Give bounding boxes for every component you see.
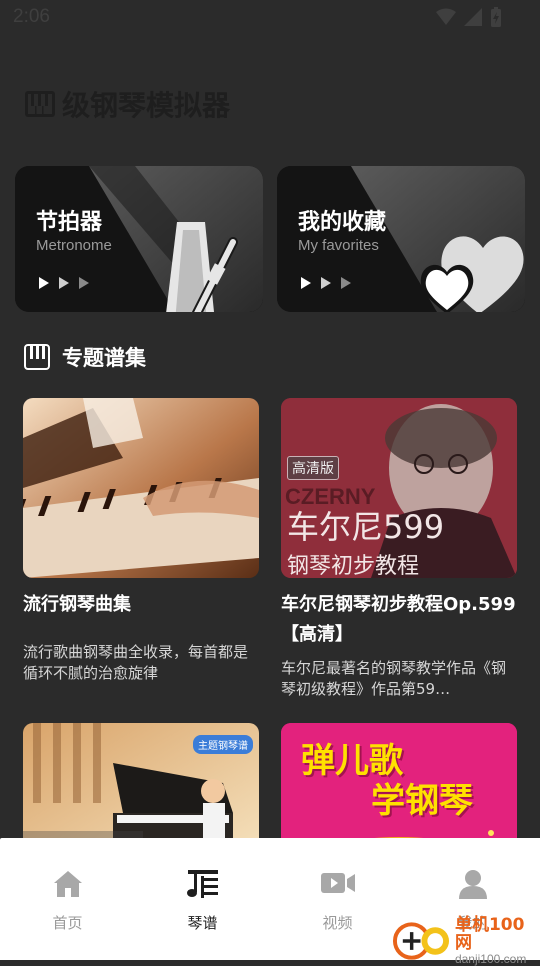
thumb-title-text: 车尔尼599 (287, 508, 445, 546)
app-title: 级钢琴模拟器 (24, 84, 230, 124)
status-time: 2:06 (13, 6, 50, 27)
item-title: 流行钢琴曲集 (23, 594, 131, 615)
section-title: 专题谱集 (62, 346, 146, 370)
tab-sheet-music[interactable]: 琴谱 (135, 838, 270, 960)
thumb-line2-text: 学钢琴 (371, 781, 473, 821)
signal-icon (464, 8, 482, 26)
theme-sheet-badge: 主题钢琴谱 (193, 735, 253, 754)
tab-label: 首页 (52, 914, 83, 932)
piano-keys-icon (24, 344, 50, 370)
watermark-url: danji100.com (454, 952, 527, 966)
favorites-subtitle: My favorites (298, 237, 379, 254)
list-item-czerny[interactable]: 高清版 CZERNY 车尔尼599 钢琴初步教程 车尔尼钢琴初步教程Op.599… (281, 398, 517, 700)
tab-label: 视频 (322, 914, 353, 932)
watermark-logo-icon (392, 922, 450, 960)
tab-video[interactable]: 视频 (270, 838, 405, 960)
favorites-card[interactable]: 我的收藏 My favorites (277, 166, 525, 312)
tab-label: 琴谱 (187, 914, 218, 932)
favorites-title: 我的收藏 (298, 210, 387, 235)
hd-badge: 高清版 (287, 456, 339, 480)
home-icon (53, 871, 82, 897)
watermark: 单机100网 danji100.com (392, 916, 540, 966)
piano-keys-icon (25, 91, 55, 117)
metronome-card[interactable]: 节拍器 Metronome (15, 166, 263, 312)
item-description: 流行歌曲钢琴曲全收录，每首都是循环不腻的治愈旋律 (23, 643, 249, 682)
item-title: 车尔尼钢琴初步教程Op.599【高清】 (281, 594, 516, 645)
status-icons (436, 7, 502, 27)
app-title-text: 级钢琴模拟器 (62, 89, 231, 122)
watermark-name: 单机100网 (454, 915, 525, 953)
user-icon (458, 870, 487, 899)
sheet-music-icon (186, 870, 218, 898)
status-bar: 2:06 (0, 0, 540, 36)
metronome-icon (166, 222, 238, 312)
battery-icon (491, 7, 501, 27)
video-icon (320, 873, 355, 893)
play-arrows-icon (299, 276, 353, 290)
tab-home[interactable]: 首页 (0, 838, 135, 960)
play-arrows-icon (37, 276, 91, 290)
thumb-subtitle-text: 钢琴初步教程 (287, 554, 420, 578)
section-header: 专题谱集 (24, 342, 146, 372)
metronome-title: 节拍器 (36, 210, 103, 235)
item-description: 车尔尼最著名的钢琴教学作品《钢琴初级教程》作品第59… (281, 659, 507, 698)
wifi-icon (436, 8, 456, 25)
list-item-pop-piano[interactable]: 流行钢琴曲集 流行歌曲钢琴曲全收录，每首都是循环不腻的治愈旋律 (23, 398, 259, 684)
metronome-subtitle: Metronome (36, 237, 112, 254)
heart-icon (420, 236, 524, 312)
pop-piano-thumbnail (23, 398, 259, 578)
czerny-thumbnail: 高清版 CZERNY 车尔尼599 钢琴初步教程 (281, 398, 517, 578)
